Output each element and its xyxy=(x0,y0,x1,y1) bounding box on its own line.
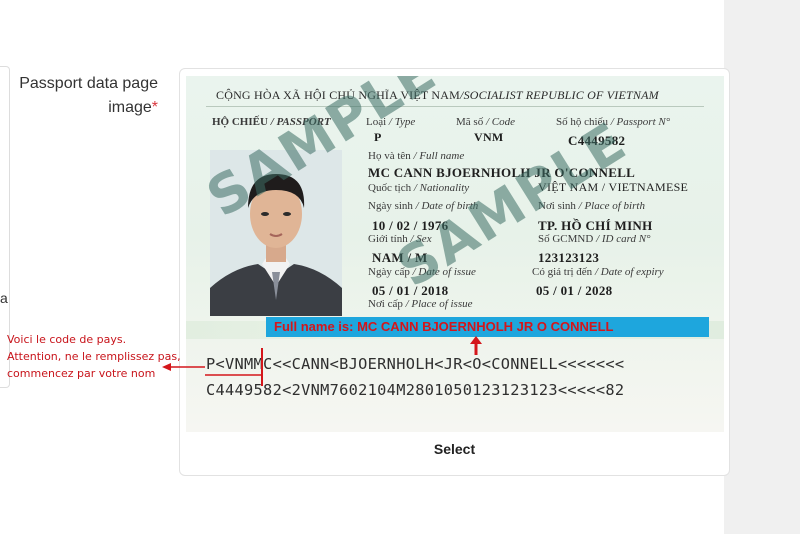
field-label-text: Passport data page image xyxy=(19,75,158,116)
country-code-annotation: Voici le code de pays. Attention, ne le … xyxy=(7,331,207,382)
mrz-line-2: C4449582<2VNM7602104M2801050123123123<<<… xyxy=(206,381,625,399)
code-label: Mã số / Code xyxy=(456,116,515,128)
expiry-date-label: Có giá trị đến / Date of expiry xyxy=(532,266,664,278)
nationality-label: Quốc tịch / Nationality xyxy=(368,182,470,194)
id-card-value: 123123123 xyxy=(538,250,600,265)
full-name-label: Họ và tên / Full name xyxy=(368,150,465,162)
place-of-issue-label: Nơi cấp / Place of issue xyxy=(368,298,473,310)
expiry-date-value: 05 / 01 / 2028 xyxy=(536,283,613,298)
left-edge-glyph: a xyxy=(0,290,8,306)
required-asterisk: * xyxy=(151,99,158,116)
right-side-panel xyxy=(724,0,800,534)
passport-image-field-label: Passport data page image* xyxy=(12,72,158,120)
passport-data-page-image: CỘNG HÒA XÃ HỘI CHỦ NGHĨA VIỆT NAM/SOCIA… xyxy=(186,76,724,432)
annotation-line-3: commencez par votre nom xyxy=(7,367,156,380)
annotation-line-2: Attention, ne le remplissez pas, xyxy=(7,350,181,363)
full-name-callout-banner: Full name is: MC CANN BJOERNHOLH JR O CO… xyxy=(266,317,709,337)
id-card-label: Số GCMND / ID card N° xyxy=(538,233,651,245)
passport-header-en: /SOCIALIST REPUBLIC OF VIETNAM xyxy=(460,88,659,102)
code-value: VNM xyxy=(474,130,504,144)
annotation-line-1: Voici le code de pays. xyxy=(7,333,127,346)
pob-value: TP. HỒ CHÍ MINH xyxy=(538,218,653,233)
mrz-line-1: P<VNMMC<<CANN<BJOERNHOLH<JR<O<CONNELL<<<… xyxy=(206,355,625,373)
select-button[interactable]: Select xyxy=(180,441,729,457)
passport-header-divider xyxy=(206,106,704,107)
